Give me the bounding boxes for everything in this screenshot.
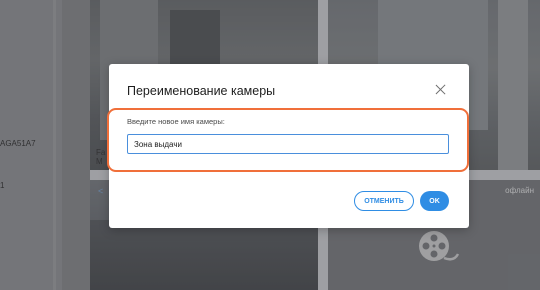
camera-name-input[interactable] [127,134,449,154]
close-icon[interactable] [433,82,449,98]
rename-camera-dialog: Переименование камеры Введите новое имя … [107,64,469,228]
dialog-title: Переименование камеры [127,84,276,98]
camera-name-label: Введите новое имя камеры: [127,117,225,126]
ok-button[interactable]: OK [420,191,449,211]
cancel-button[interactable]: ОТМЕНИТЬ [354,191,414,211]
